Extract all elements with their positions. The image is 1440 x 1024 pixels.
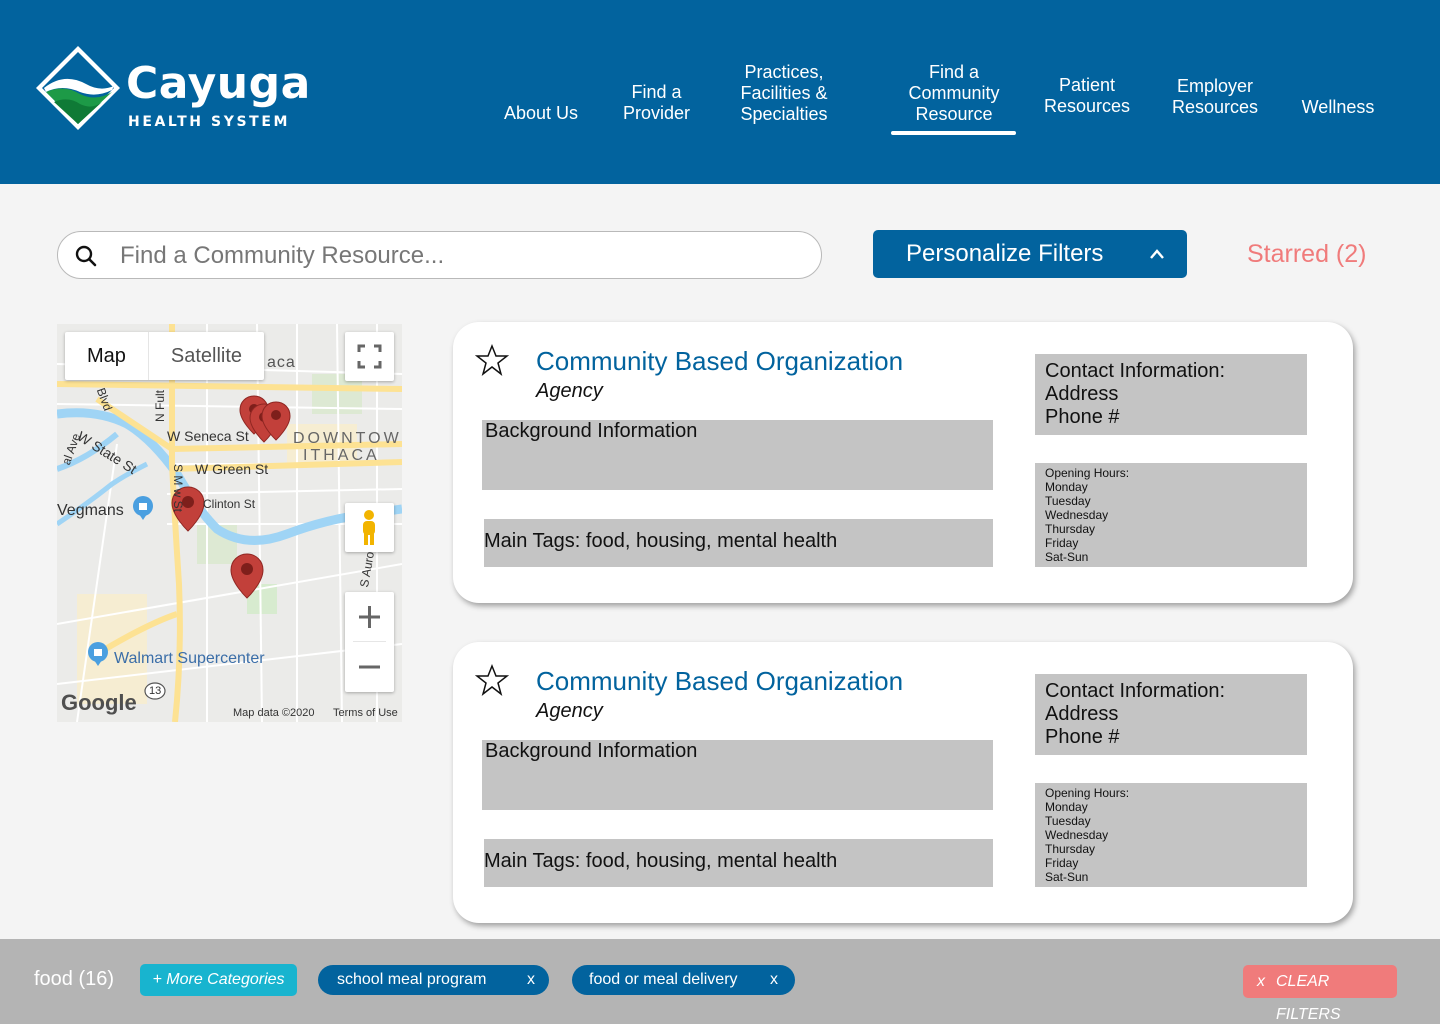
personalize-filters-button[interactable]: Personalize Filters xyxy=(873,230,1187,278)
fullscreen-button[interactable] xyxy=(345,332,394,381)
remove-filter-icon[interactable]: x xyxy=(770,965,778,995)
map-tab-map[interactable]: Map xyxy=(65,332,148,380)
background-info: Background Information xyxy=(482,420,993,490)
nav-about-us[interactable]: About Us xyxy=(500,103,582,124)
clear-x-icon: x xyxy=(1257,973,1265,990)
opening-hours: Opening Hours: Monday Tuesday Wednesday … xyxy=(1035,463,1307,567)
pegman-icon xyxy=(363,510,375,545)
more-categories-button[interactable]: + More Categories xyxy=(140,964,297,996)
map-label-downtown: DOWNTOWN xyxy=(293,430,402,447)
star-icon[interactable] xyxy=(475,344,509,376)
nav-find-community-resource[interactable]: Find a Community Resource xyxy=(896,62,1012,125)
map-label-walmart: Walmart Supercenter xyxy=(114,650,265,667)
map-label-route-13: 13 xyxy=(149,685,162,697)
cayuga-diamond-icon xyxy=(36,46,120,130)
fullscreen-icon xyxy=(357,344,382,369)
filter-chip-school-meal[interactable]: school meal program x xyxy=(318,965,549,995)
map-terms-link[interactable]: Terms of Use xyxy=(333,707,398,719)
map-label-ithaca: ITHACA xyxy=(303,447,380,464)
nav-practices-facilities[interactable]: Practices, Facilities & Specialties xyxy=(728,62,840,125)
main-tags: Main Tags: food, housing, mental health xyxy=(484,519,993,567)
main-tags: Main Tags: food, housing, mental health xyxy=(484,839,993,887)
resource-card[interactable]: Community Based Organization Agency Back… xyxy=(453,322,1353,603)
star-icon[interactable] xyxy=(475,664,509,696)
org-type: Agency xyxy=(536,380,603,402)
map-label-w-seneca: W Seneca St xyxy=(167,428,249,444)
remove-filter-icon[interactable]: x xyxy=(527,965,535,995)
starred-link[interactable]: Starred (2) xyxy=(1247,240,1366,269)
map-data-credit: Map data ©2020 xyxy=(233,707,315,719)
background-info: Background Information xyxy=(482,740,993,810)
zoom-in-icon[interactable] xyxy=(345,592,394,642)
map-label-clinton: Clinton St xyxy=(203,497,256,511)
personalize-filters-label: Personalize Filters xyxy=(906,240,1104,267)
contact-info: Contact Information: Address Phone # xyxy=(1035,674,1307,755)
opening-hours: Opening Hours: Monday Tuesday Wednesday … xyxy=(1035,783,1307,887)
filter-chip-label: food or meal delivery xyxy=(589,971,738,988)
chevron-up-icon xyxy=(1150,249,1164,259)
active-category-label: food (16) xyxy=(34,968,115,990)
nav-employer-resources[interactable]: Employer Resources xyxy=(1164,76,1266,118)
clear-filters-button[interactable]: x CLEAR FILTERS xyxy=(1243,965,1397,1023)
map-label-n-fulton: N Fult xyxy=(153,389,167,422)
contact-info: Contact Information: Address Phone # xyxy=(1035,354,1307,435)
search-input[interactable] xyxy=(120,240,800,272)
clear-filters-label: CLEAR FILTERS xyxy=(1276,973,1341,1023)
google-logo: Google xyxy=(61,690,137,715)
resource-card[interactable]: Community Based Organization Agency Back… xyxy=(453,642,1353,923)
map-label-vegmans: Vegmans xyxy=(57,502,124,519)
org-title[interactable]: Community Based Organization xyxy=(536,666,903,697)
zoom-out-icon[interactable] xyxy=(345,642,394,692)
org-type: Agency xyxy=(536,700,603,722)
map-tab-satellite[interactable]: Satellite xyxy=(147,332,264,380)
brand-tagline: HEALTH SYSTEM xyxy=(128,114,291,130)
map-label-w-green: W Green St xyxy=(195,461,269,477)
org-title[interactable]: Community Based Organization xyxy=(536,346,903,377)
nav-patient-resources[interactable]: Patient Resources xyxy=(1036,75,1138,117)
search-icon[interactable] xyxy=(74,244,98,268)
map-label-s-meadow: S M w St xyxy=(171,464,185,513)
nav-active-indicator xyxy=(891,131,1016,135)
filter-chip-meal-delivery[interactable]: food or meal delivery x xyxy=(572,965,795,995)
street-view-pegman[interactable] xyxy=(345,503,394,552)
nav-find-provider[interactable]: Find a Provider xyxy=(612,82,701,124)
map-label-ithaca-partial: aca xyxy=(267,354,296,371)
site-header: Cayuga HEALTH SYSTEM About Us Find a Pro… xyxy=(0,0,1440,184)
cayuga-logo[interactable]: Cayuga HEALTH SYSTEM xyxy=(34,44,310,136)
filter-chip-label: school meal program xyxy=(337,971,487,988)
search-bar xyxy=(57,231,822,279)
map-widget[interactable]: aca DOWNTOWN ITHACA W Seneca St W Green … xyxy=(57,324,402,722)
active-filters-bar: food (16) + More Categories school meal … xyxy=(0,939,1440,1024)
brand-name: Cayuga xyxy=(126,58,311,109)
map-type-toggle: Map Satellite xyxy=(65,332,265,380)
zoom-controls xyxy=(345,592,394,692)
nav-wellness[interactable]: Wellness xyxy=(1292,97,1384,118)
